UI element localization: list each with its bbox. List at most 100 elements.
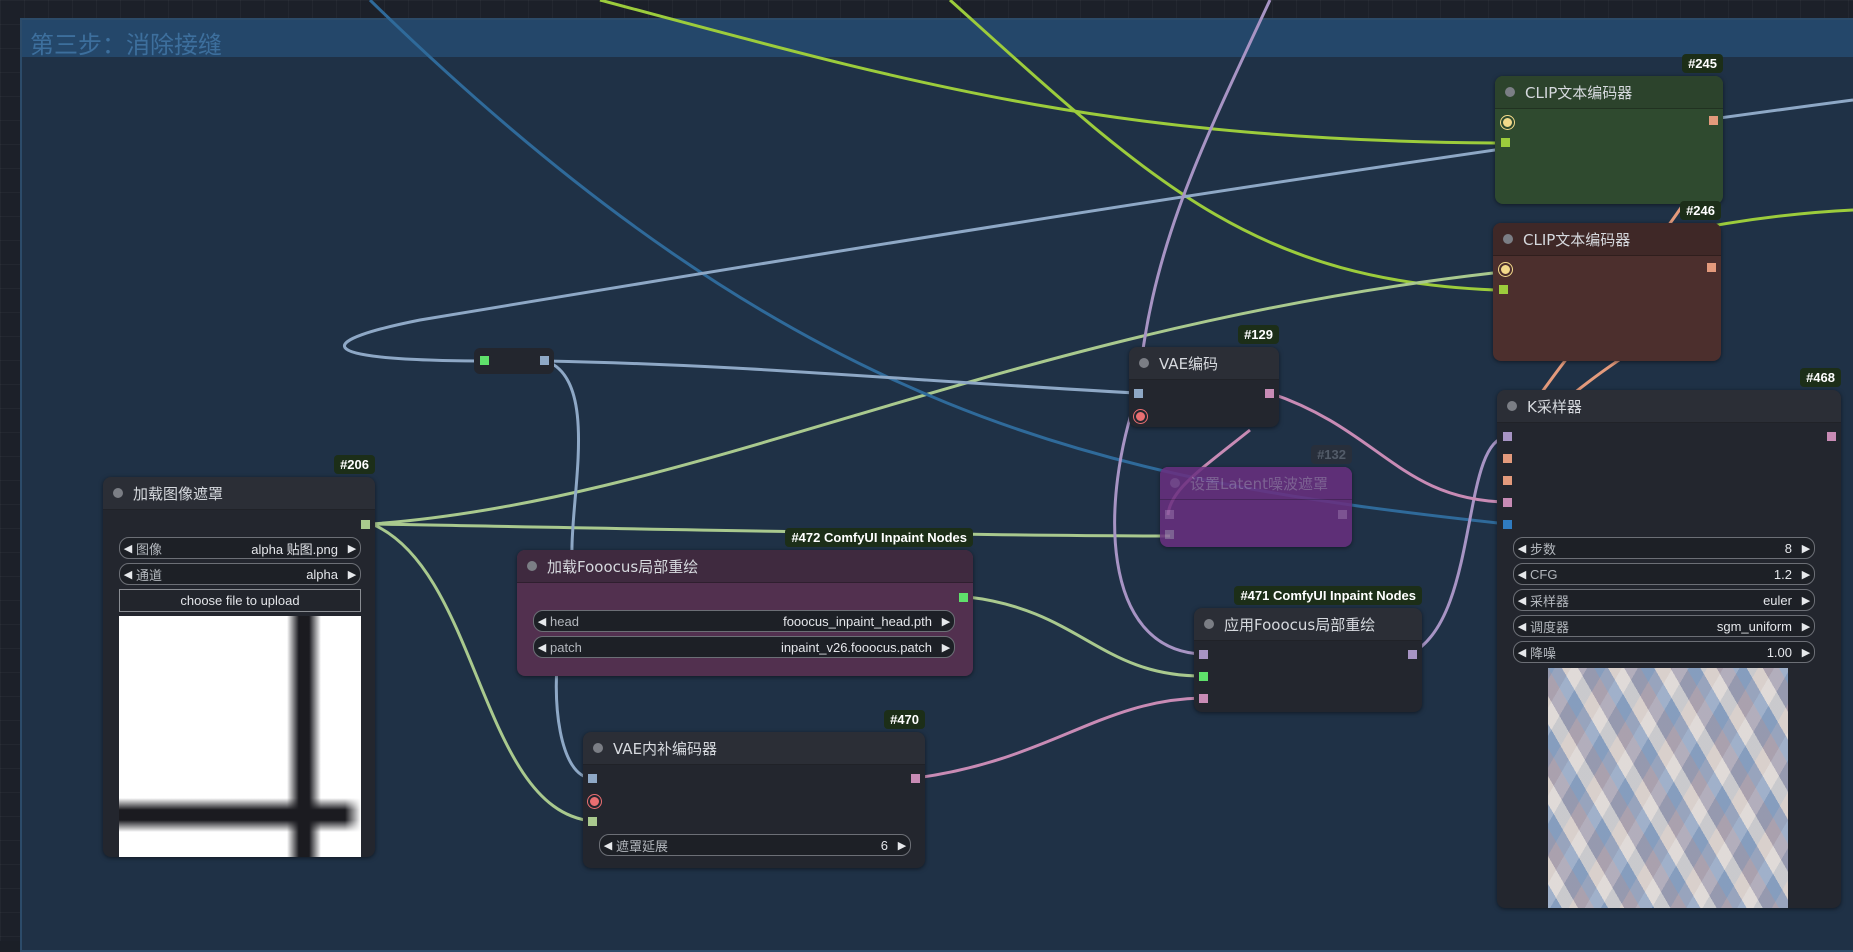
decrement-arrow-icon[interactable]: ◀ — [534, 641, 550, 654]
increment-arrow-icon[interactable]: ▶ — [1798, 568, 1814, 581]
patch-widget[interactable]: ◀ patch inpaint_v26.fooocus.patch ▶ — [533, 636, 955, 658]
text-input-port[interactable] — [1499, 285, 1508, 294]
latent-output-port[interactable] — [1265, 389, 1274, 398]
mask-input-port[interactable] — [1165, 530, 1174, 539]
latent-output-port[interactable] — [1338, 510, 1347, 519]
collapse-dot-icon[interactable] — [113, 488, 123, 498]
model-input-port[interactable] — [1503, 432, 1512, 441]
decrement-arrow-icon[interactable]: ◀ — [1514, 646, 1530, 659]
node-title[interactable]: 加载Fooocus局部重绘 — [517, 550, 973, 583]
set-latent-noise-mask-node[interactable]: #132 设置Latent噪波遮罩 — [1160, 445, 1352, 547]
sampler-widget[interactable]: ◀ 采样器 euler ▶ — [1513, 589, 1815, 611]
conditioning-output-port[interactable] — [1709, 116, 1718, 125]
scheduler-widget[interactable]: ◀ 调度器 sgm_uniform ▶ — [1513, 615, 1815, 637]
extra-input-port[interactable] — [1503, 520, 1512, 529]
collapse-dot-icon[interactable] — [1507, 401, 1517, 411]
latent-output-port[interactable] — [911, 774, 920, 783]
collapse-dot-icon[interactable] — [1139, 358, 1149, 368]
clip-input-port[interactable] — [1499, 263, 1512, 276]
decrement-arrow-icon[interactable]: ◀ — [120, 542, 136, 555]
load-image-mask-node[interactable]: #206 加载图像遮罩 ◀ 图像 alpha 贴图.png ▶ ◀ 通道 alp… — [103, 455, 375, 857]
samples-input-port[interactable] — [1165, 510, 1174, 519]
decrement-arrow-icon[interactable]: ◀ — [600, 839, 616, 852]
reroute-output-port[interactable] — [540, 356, 549, 365]
mask-input-port[interactable] — [588, 817, 597, 826]
collapse-dot-icon[interactable] — [1505, 87, 1515, 97]
cfg-widget[interactable]: ◀ CFG 1.2 ▶ — [1513, 563, 1815, 585]
vae-inpaint-encoder-node[interactable]: #470 VAE内补编码器 ◀ 遮罩延展 6 ▶ — [583, 710, 925, 868]
node-title[interactable]: CLIP文本编码器 — [1495, 76, 1723, 109]
denoise-widget[interactable]: ◀ 降噪 1.00 ▶ — [1513, 641, 1815, 663]
decrement-arrow-icon[interactable]: ◀ — [1514, 542, 1530, 555]
apply-fooocus-inpaint-node[interactable]: #471 ComfyUI Inpaint Nodes 应用Fooocus局部重绘 — [1194, 586, 1422, 712]
node-id-badge: #471 ComfyUI Inpaint Nodes — [1234, 586, 1422, 605]
collapse-dot-icon[interactable] — [527, 561, 537, 571]
vae-encode-node[interactable]: #129 VAE编码 — [1129, 325, 1279, 427]
positive-input-port[interactable] — [1503, 454, 1512, 463]
conditioning-output-port[interactable] — [1707, 263, 1716, 272]
collapse-dot-icon[interactable] — [593, 743, 603, 753]
pixels-input-port[interactable] — [588, 774, 597, 783]
widget-label: 图像 — [136, 541, 163, 557]
latent-input-port[interactable] — [1503, 498, 1512, 507]
patch-output-port[interactable] — [959, 593, 968, 602]
vae-input-port[interactable] — [588, 795, 601, 808]
widget-label: 步数 — [1530, 541, 1557, 557]
node-title[interactable]: CLIP文本编码器 — [1493, 223, 1721, 256]
decrement-arrow-icon[interactable]: ◀ — [1514, 568, 1530, 581]
mask-output-port[interactable] — [361, 520, 370, 529]
node-title[interactable]: VAE编码 — [1129, 347, 1279, 380]
patch-input-port[interactable] — [1199, 672, 1208, 681]
increment-arrow-icon[interactable]: ▶ — [894, 839, 910, 852]
image-widget[interactable]: ◀ 图像 alpha 贴图.png ▶ — [119, 537, 361, 559]
latent-input-port[interactable] — [1199, 694, 1208, 703]
decrement-arrow-icon[interactable]: ◀ — [534, 615, 550, 628]
clip-text-encoder-246[interactable]: #246 CLIP文本编码器 — [1493, 201, 1721, 361]
node-title[interactable]: VAE内补编码器 — [583, 732, 925, 765]
mask-grow-widget[interactable]: ◀ 遮罩延展 6 ▶ — [599, 834, 911, 856]
collapse-dot-icon[interactable] — [1204, 619, 1214, 629]
vae-input-port[interactable] — [1134, 410, 1147, 423]
increment-arrow-icon[interactable]: ▶ — [1798, 594, 1814, 607]
clip-text-encoder-245[interactable]: #245 CLIP文本编码器 — [1495, 54, 1723, 204]
load-fooocus-inpaint-node[interactable]: #472 ComfyUI Inpaint Nodes 加载Fooocus局部重绘… — [517, 528, 973, 676]
model-input-port[interactable] — [1199, 650, 1208, 659]
group-header[interactable]: 第三步：消除接缝 — [22, 20, 1853, 59]
increment-arrow-icon[interactable]: ▶ — [938, 615, 954, 628]
decrement-arrow-icon[interactable]: ◀ — [1514, 620, 1530, 633]
widget-label: 通道 — [136, 567, 163, 583]
node-title-text: 加载Fooocus局部重绘 — [547, 557, 699, 576]
head-widget[interactable]: ◀ head fooocus_inpaint_head.pth ▶ — [533, 610, 955, 632]
decrement-arrow-icon[interactable]: ◀ — [120, 568, 136, 581]
increment-arrow-icon[interactable]: ▶ — [344, 542, 360, 555]
upload-button[interactable]: choose file to upload — [119, 589, 361, 612]
increment-arrow-icon[interactable]: ▶ — [1798, 542, 1814, 555]
increment-arrow-icon[interactable]: ▶ — [344, 568, 360, 581]
node-title-text: VAE编码 — [1159, 354, 1219, 373]
node-title-text: 应用Fooocus局部重绘 — [1224, 615, 1376, 634]
negative-input-port[interactable] — [1503, 476, 1512, 485]
collapse-dot-icon[interactable] — [1170, 478, 1180, 488]
collapse-dot-icon[interactable] — [1503, 234, 1513, 244]
node-title[interactable]: 加载图像遮罩 — [103, 477, 375, 510]
increment-arrow-icon[interactable]: ▶ — [938, 641, 954, 654]
node-title-text: 设置Latent噪波遮罩 — [1190, 474, 1329, 493]
node-title[interactable]: 设置Latent噪波遮罩 — [1160, 467, 1352, 500]
text-input-port[interactable] — [1501, 138, 1510, 147]
pixels-input-port[interactable] — [1134, 389, 1143, 398]
steps-widget[interactable]: ◀ 步数 8 ▶ — [1513, 537, 1815, 559]
reroute-node[interactable] — [474, 348, 554, 374]
node-title[interactable]: 应用Fooocus局部重绘 — [1194, 608, 1422, 641]
widget-value: 1.2 — [1773, 566, 1792, 582]
increment-arrow-icon[interactable]: ▶ — [1798, 646, 1814, 659]
reroute-input-port[interactable] — [480, 356, 489, 365]
increment-arrow-icon[interactable]: ▶ — [1798, 620, 1814, 633]
latent-output-port[interactable] — [1827, 432, 1836, 441]
clip-input-port[interactable] — [1501, 116, 1514, 129]
channel-widget[interactable]: ◀ 通道 alpha ▶ — [119, 563, 361, 585]
decrement-arrow-icon[interactable]: ◀ — [1514, 594, 1530, 607]
widget-value: fooocus_inpaint_head.pth — [783, 613, 932, 629]
node-title[interactable]: K采样器 — [1497, 390, 1841, 423]
ksampler-node[interactable]: #468 K采样器 ◀ 步数 8 ▶ ◀ CFG 1.2 ▶ ◀ 采样器 eul… — [1497, 368, 1841, 908]
model-output-port[interactable] — [1408, 650, 1417, 659]
